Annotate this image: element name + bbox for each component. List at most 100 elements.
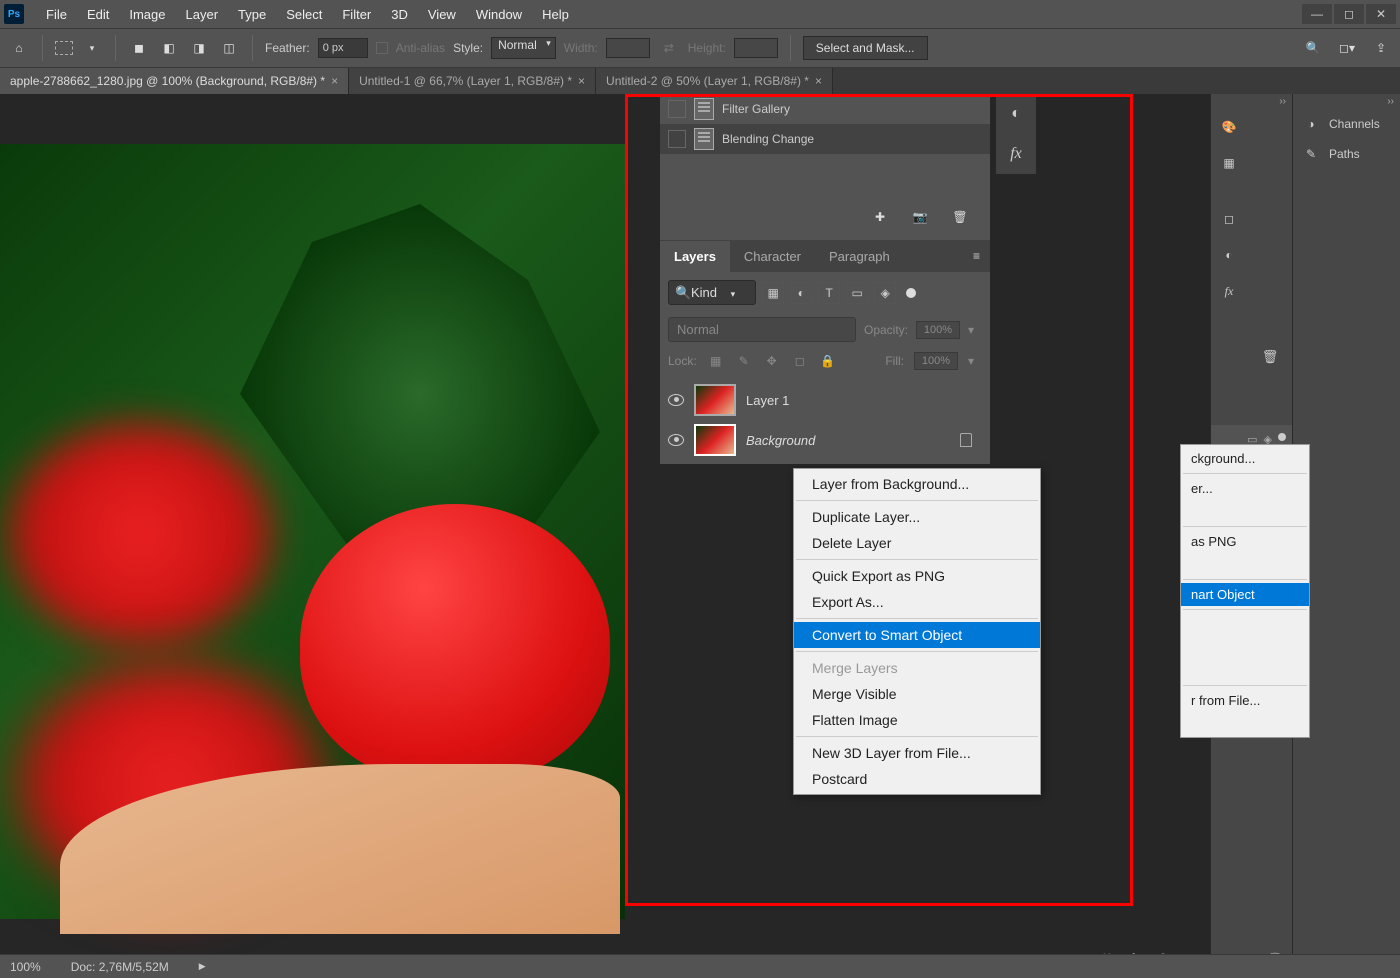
subtract-selection-icon[interactable]: ◨ <box>188 37 210 59</box>
layer-name[interactable]: Background <box>746 433 815 448</box>
ctx-item-peek[interactable]: r from File... <box>1181 689 1309 712</box>
layer-row[interactable]: Background <box>660 420 990 460</box>
document-tab[interactable]: Untitled-2 @ 50% (Layer 1, RGB/8#) * × <box>596 68 833 94</box>
share-icon[interactable]: ⇪ <box>1370 37 1392 59</box>
filter-pixel-icon[interactable]: ▦ <box>762 282 784 304</box>
layer-row[interactable]: Layer 1 <box>660 380 990 420</box>
opacity-chevron-icon[interactable]: ▾ <box>968 323 982 337</box>
ctx-item-peek[interactable]: as PNG <box>1181 530 1309 553</box>
maximize-button[interactable]: ◻ <box>1334 4 1364 24</box>
camera-icon[interactable]: 📷 <box>910 208 930 226</box>
menu-3d[interactable]: 3D <box>381 3 418 26</box>
adjustments-icon[interactable]: ◐ <box>1217 243 1241 267</box>
opacity-value[interactable]: 100% <box>916 321 960 339</box>
expand-chevron-icon[interactable]: ›› <box>1211 94 1292 109</box>
tab-close-icon[interactable]: × <box>331 74 338 88</box>
marquee-tool-icon[interactable] <box>55 41 73 55</box>
lock-all-icon[interactable]: 🔒 <box>819 352 837 370</box>
home-icon[interactable]: ⌂ <box>8 37 30 59</box>
menu-file[interactable]: File <box>36 3 77 26</box>
visibility-toggle-icon[interactable] <box>668 394 684 406</box>
menu-image[interactable]: Image <box>119 3 175 26</box>
menu-select[interactable]: Select <box>276 3 332 26</box>
ctx-item-peek[interactable] <box>1181 553 1309 576</box>
blend-mode-select[interactable]: Normal <box>668 317 856 342</box>
ctx-item-peek-highlighted[interactable]: nart Object <box>1181 583 1309 606</box>
fill-value[interactable]: 100% <box>914 352 958 370</box>
ctx-export-as[interactable]: Export As... <box>794 589 1040 615</box>
color-icon[interactable]: 🎨 <box>1217 115 1241 139</box>
history-toggle[interactable] <box>668 100 686 118</box>
fill-chevron-icon[interactable]: ▾ <box>968 354 982 368</box>
ctx-item-peek[interactable] <box>1181 636 1309 659</box>
ctx-item-peek[interactable] <box>1181 500 1309 523</box>
new-snapshot-icon[interactable]: ✚ <box>870 208 890 226</box>
history-toggle[interactable] <box>668 130 686 148</box>
ctx-item-peek[interactable]: er... <box>1181 477 1309 500</box>
filter-smart-icon[interactable]: ◈ <box>874 282 896 304</box>
new-selection-icon[interactable]: ◼ <box>128 37 150 59</box>
zoom-level[interactable]: 100% <box>10 960 41 974</box>
tab-paragraph[interactable]: Paragraph <box>815 241 904 272</box>
layer-kind-select[interactable]: 🔍 Kind ▾ <box>668 280 756 305</box>
ctx-postcard[interactable]: Postcard <box>794 766 1040 792</box>
adjustments-icon[interactable]: ◐ <box>996 94 1036 134</box>
expand-chevron-icon[interactable]: ›› <box>1293 94 1400 109</box>
ctx-item-peek[interactable] <box>1181 712 1309 735</box>
ctx-layer-from-background[interactable]: Layer from Background... <box>794 471 1040 497</box>
menu-window[interactable]: Window <box>466 3 532 26</box>
properties-icon[interactable]: ◻ <box>1217 207 1241 231</box>
filter-adjustment-icon[interactable]: ◐ <box>790 282 812 304</box>
filter-toggle[interactable] <box>906 288 916 298</box>
lock-pixels-icon[interactable]: ✎ <box>735 352 753 370</box>
menu-type[interactable]: Type <box>228 3 276 26</box>
history-item[interactable]: Blending Change <box>660 124 990 154</box>
lock-position-icon[interactable]: ✥ <box>763 352 781 370</box>
tab-layers[interactable]: Layers <box>660 241 730 272</box>
mini-toggle[interactable] <box>1278 433 1286 441</box>
history-item[interactable]: Filter Gallery <box>660 94 990 124</box>
select-and-mask-button[interactable]: Select and Mask... <box>803 36 928 60</box>
ctx-item-peek[interactable] <box>1181 659 1309 682</box>
ctx-convert-smart-object[interactable]: Convert to Smart Object <box>794 622 1040 648</box>
feather-input[interactable] <box>318 38 368 58</box>
menu-filter[interactable]: Filter <box>332 3 381 26</box>
workspace-icon[interactable]: ◻▾ <box>1336 37 1358 59</box>
style-select[interactable]: Normal ▾ <box>491 37 556 59</box>
intersect-selection-icon[interactable]: ◫ <box>218 37 240 59</box>
document-canvas[interactable] <box>0 144 625 919</box>
add-selection-icon[interactable]: ◧ <box>158 37 180 59</box>
tab-close-icon[interactable]: × <box>815 74 822 88</box>
visibility-toggle-icon[interactable] <box>668 434 684 446</box>
ctx-flatten-image[interactable]: Flatten Image <box>794 707 1040 733</box>
menu-edit[interactable]: Edit <box>77 3 119 26</box>
lock-artboard-icon[interactable]: ◻ <box>791 352 809 370</box>
ctx-item-peek[interactable]: ckground... <box>1181 447 1309 470</box>
paths-panel-button[interactable]: ✎ Paths <box>1293 139 1400 169</box>
filter-shape-icon[interactable]: ▭ <box>846 282 868 304</box>
swatches-icon[interactable]: ▦ <box>1217 151 1241 175</box>
lock-transparency-icon[interactable]: ▦ <box>707 352 725 370</box>
trash-icon[interactable]: 🗑 <box>950 208 970 226</box>
ctx-quick-export-png[interactable]: Quick Export as PNG <box>794 563 1040 589</box>
styles-icon[interactable]: fx <box>996 134 1036 174</box>
document-tab[interactable]: apple-2788662_1280.jpg @ 100% (Backgroun… <box>0 68 349 94</box>
trash-icon[interactable]: 🗑 <box>1258 345 1282 369</box>
menu-layer[interactable]: Layer <box>176 3 229 26</box>
channels-panel-button[interactable]: ◑ Channels <box>1293 109 1400 139</box>
close-button[interactable]: ✕ <box>1366 4 1396 24</box>
layer-name[interactable]: Layer 1 <box>746 393 789 408</box>
ctx-new-3d-layer[interactable]: New 3D Layer from File... <box>794 740 1040 766</box>
menu-view[interactable]: View <box>418 3 466 26</box>
ctx-merge-visible[interactable]: Merge Visible <box>794 681 1040 707</box>
doc-info[interactable]: Doc: 2,76M/5,52M <box>71 960 169 974</box>
tab-close-icon[interactable]: × <box>578 74 585 88</box>
search-icon[interactable]: 🔍 <box>1302 37 1324 59</box>
status-chevron-icon[interactable]: ▶ <box>199 961 206 972</box>
layer-thumbnail[interactable] <box>694 424 736 456</box>
styles-icon[interactable]: fx <box>1217 279 1241 303</box>
layer-thumbnail[interactable] <box>694 384 736 416</box>
menu-help[interactable]: Help <box>532 3 579 26</box>
ctx-delete-layer[interactable]: Delete Layer <box>794 530 1040 556</box>
tab-character[interactable]: Character <box>730 241 815 272</box>
